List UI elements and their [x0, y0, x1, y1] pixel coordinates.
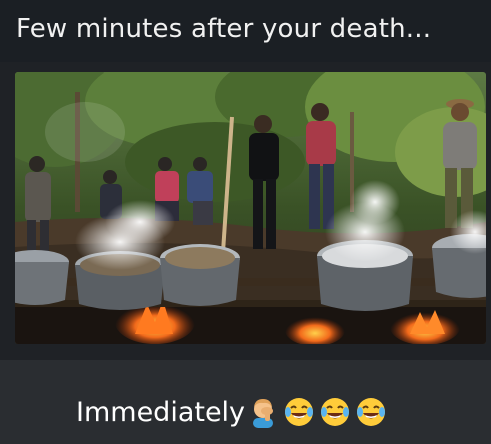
tears-of-joy-icon: [285, 398, 314, 426]
cooking-scene-illustration: [15, 72, 486, 344]
meme-photo: [15, 72, 486, 344]
bottom-caption: Immediately: [76, 396, 246, 428]
top-caption-panel: Few minutes after your death...: [0, 0, 491, 62]
man-facepalming-icon: [253, 399, 274, 428]
tears-of-joy-icon: [357, 398, 386, 426]
tears-of-joy-icon: [321, 398, 350, 426]
bottom-caption-row: Immediately: [76, 396, 387, 428]
top-caption: Few minutes after your death...: [16, 14, 432, 44]
